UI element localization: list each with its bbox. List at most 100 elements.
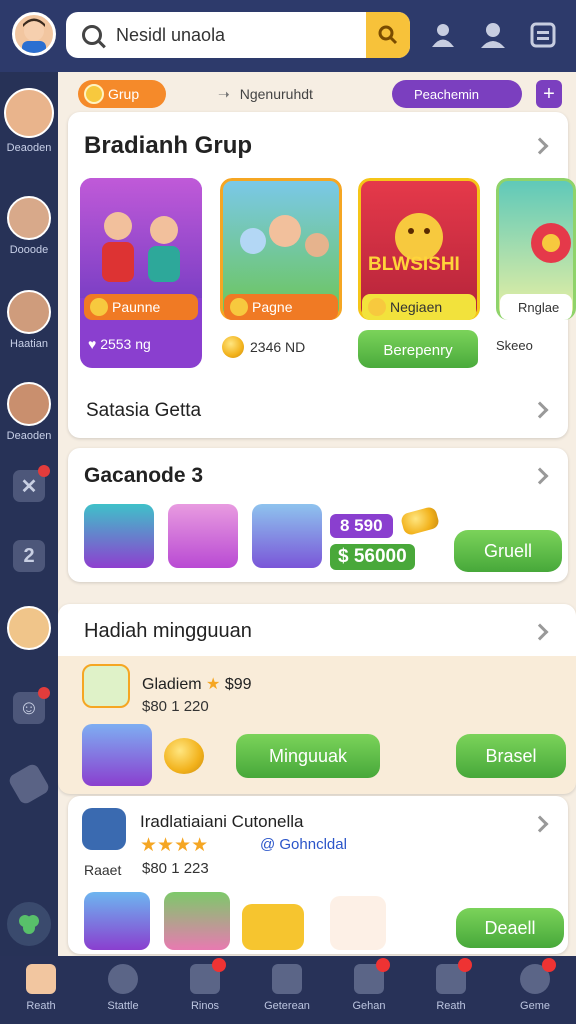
rail-clover-button[interactable] — [0, 902, 58, 946]
collection-thumbnail[interactable] — [164, 892, 230, 950]
rail-contact-1[interactable]: Deaoden — [0, 88, 58, 154]
rail-chat-shortcut[interactable]: ☺ — [0, 687, 58, 724]
nav-calendar[interactable]: Gehan — [328, 956, 410, 1024]
section-row-label[interactable]: Satasia Getta — [86, 400, 201, 422]
tile-value: Skeeo — [496, 338, 533, 353]
calendar-icon — [354, 958, 390, 994]
collection-avatar[interactable] — [82, 808, 126, 850]
rail-label: Dooode — [9, 244, 49, 256]
rail-contact-2[interactable]: Dooode — [0, 196, 58, 256]
section-brand-group: Bradianh Grup Paunne ♥ 2553 ng Pagne 234… — [68, 112, 576, 438]
winner-avatar[interactable] — [82, 664, 130, 708]
collection-thumbnail[interactable] — [84, 892, 150, 950]
profile-icon — [520, 958, 556, 994]
game-tile[interactable]: Rnglae Skeeo — [496, 178, 576, 368]
rail-contact-5[interactable] — [0, 606, 58, 650]
nav-label: Gehan — [352, 1000, 386, 1012]
notification-dot — [38, 465, 50, 477]
game-tile[interactable]: BLWSISHI Negiaen Berepenry — [358, 178, 480, 368]
ticket-icon — [7, 762, 51, 806]
nav-messages[interactable]: Reath — [410, 956, 492, 1024]
tile-value: 2346 ND — [222, 336, 305, 358]
nav-label: Reath — [436, 1000, 466, 1012]
search-button[interactable] — [366, 12, 410, 58]
winner-name: Gladiem ★ $99 — [142, 674, 252, 694]
user-avatar[interactable] — [12, 12, 56, 56]
price-badge: $ 56000 — [330, 544, 415, 570]
add-button[interactable]: + — [536, 80, 562, 108]
tile-action-button[interactable]: Berepenry — [358, 330, 478, 368]
nav-label: Rinos — [190, 1000, 220, 1012]
chat-bubble-icon — [108, 964, 138, 994]
section2-action-label: Gruell — [483, 540, 532, 561]
collection-link[interactable]: @ Gohncldal — [260, 836, 347, 853]
game-thumbnail[interactable] — [252, 504, 322, 568]
weekly-claim-button[interactable]: Minguuak — [236, 734, 380, 778]
rating-stars-icon: ★★★★ — [140, 835, 209, 856]
winner-name-text: Gladiem — [142, 676, 202, 693]
friends-icon[interactable] — [428, 20, 458, 50]
left-rail: Deaoden Dooode Haatian Deaoden ✕ 2 ☺ — [0, 72, 58, 956]
game-thumbnail[interactable] — [168, 504, 238, 568]
filter-bar: Grup ➝ Ngenuruhdt Peachemin + — [58, 72, 576, 116]
search-icon — [82, 25, 102, 45]
section2-action-button[interactable]: Gruell — [454, 530, 562, 572]
rail-number-shortcut[interactable]: 2 — [0, 540, 58, 572]
nav-profile[interactable]: Geme — [494, 956, 576, 1024]
search-bar[interactable]: Nesidl unaola — [66, 12, 410, 58]
reward-thumbnail[interactable] — [82, 724, 152, 786]
filter-middle[interactable]: ➝ Ngenuruhdt — [218, 80, 368, 108]
clover-icon — [7, 902, 51, 946]
chevron-right-icon[interactable] — [531, 137, 549, 155]
search-input[interactable]: Nesidl unaola — [116, 25, 225, 46]
nav-stats[interactable]: Stattle — [82, 956, 164, 1024]
game-tile[interactable]: Paunne ♥ 2553 ng — [80, 178, 202, 368]
rail-ticket-shortcut[interactable] — [0, 762, 58, 806]
filter-grup[interactable]: Grup — [78, 80, 166, 108]
collection-thumbnail[interactable] — [242, 904, 304, 950]
rail-game-shortcut[interactable]: ✕ — [0, 465, 58, 502]
section-title: Gacanode 3 — [84, 464, 204, 487]
bag-icon — [272, 964, 302, 994]
weekly-secondary-button[interactable]: Brasel — [456, 734, 566, 778]
rail-number-badge: 2 — [13, 540, 45, 572]
home-avatar-icon — [26, 964, 56, 994]
rail-contact-4[interactable]: Deaoden — [0, 382, 58, 442]
coin-icon — [222, 336, 244, 358]
chevron-right-icon[interactable] — [531, 401, 549, 419]
inbox-icon[interactable] — [528, 20, 558, 50]
nav-home[interactable]: Reath — [0, 956, 82, 1024]
tile-action-label: Berepenry — [383, 341, 453, 359]
collection-title: Iradlatiaiani Cutonella — [140, 812, 304, 831]
coin-icon — [230, 298, 248, 316]
profile-icon[interactable] — [478, 20, 508, 50]
filter-middle-label: Ngenuruhdt — [239, 86, 313, 102]
contact-avatar — [7, 196, 51, 240]
coin-icon — [90, 298, 108, 316]
nav-store[interactable]: Rinos — [164, 956, 246, 1024]
section-title: Bradianh Grup — [84, 132, 253, 159]
bottom-nav: Reath Stattle Rinos Geterean Gehan Reath… — [0, 956, 576, 1024]
tile-value-text: 2346 ND — [250, 339, 306, 355]
nav-games[interactable]: Geterean — [246, 956, 328, 1024]
rail-contact-3[interactable]: Haatian — [0, 290, 58, 350]
chevron-right-icon[interactable] — [531, 815, 549, 833]
collection-action-button[interactable]: Deaell — [456, 908, 564, 948]
nav-label: Geterean — [264, 1000, 310, 1012]
controller-icon: ✕ — [13, 465, 50, 502]
game-tile[interactable]: Pagne 2346 ND — [220, 178, 342, 368]
chevron-right-icon[interactable] — [531, 467, 549, 485]
contact-avatar — [7, 290, 51, 334]
chat-icon: ☺ — [13, 687, 50, 724]
notification-dot — [38, 687, 50, 699]
collection-thumbnail[interactable] — [330, 896, 386, 950]
filter-premium[interactable]: Peachemin — [392, 80, 522, 108]
contact-avatar — [7, 382, 51, 426]
section-collection: Iradlatiaiani Cutonella ★★★★ @ Gohncldal… — [68, 796, 568, 954]
magnifier-icon — [378, 25, 398, 45]
tile-art — [80, 178, 202, 298]
game-thumbnail[interactable] — [84, 504, 154, 568]
tile-label-text: Negiaen — [390, 299, 443, 315]
section-title: Hadiah mingguuan — [84, 620, 252, 642]
winner-amount: $99 — [224, 676, 252, 693]
